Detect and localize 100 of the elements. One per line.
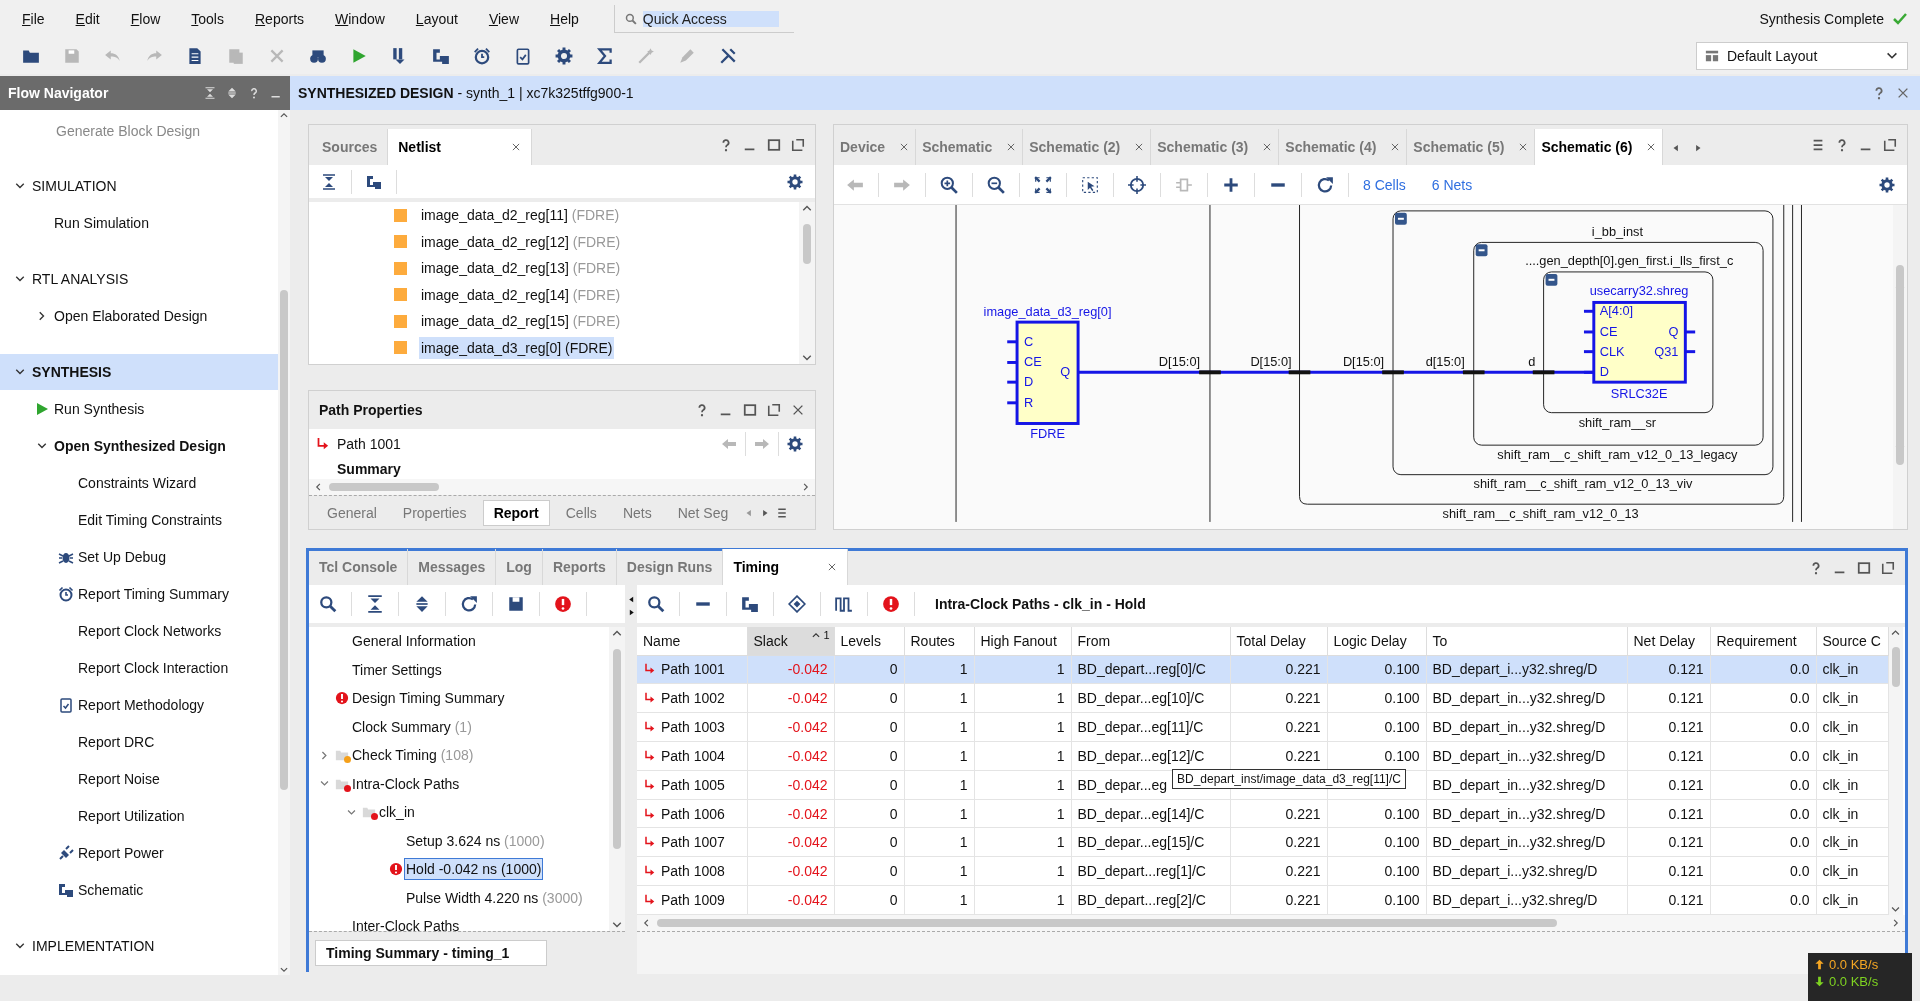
close-icon[interactable] [511,142,522,152]
tree-item[interactable]: Check Timing (108) [350,744,476,767]
table-row[interactable]: Path 1003 -0.042 0 1 1 BD_depar...eg[11]/C 0.221 0.100 BD_depart_in...y32.shreg/D 0.121 0.0 clk_in [637,712,1888,742]
menu-icon[interactable] [1811,138,1825,152]
column-header[interactable]: Logic Delay [1327,627,1426,655]
select-area-icon[interactable] [1081,175,1099,194]
netlist-item[interactable]: image_data_d2_reg[11] (FDRE) [419,204,622,227]
column-header[interactable]: To [1426,627,1627,655]
quick-access-field[interactable]: Quick Access [613,5,794,33]
scroll-up-icon[interactable] [279,110,289,120]
tab[interactable]: Timing [723,549,849,585]
error-icon[interactable] [554,595,572,613]
collapse-all-icon[interactable] [321,173,337,190]
netlist-item[interactable]: image_data_d2_reg[15] (FDRE) [419,310,623,333]
column-header[interactable]: Routes [904,627,974,655]
scrollbar-thumb[interactable] [657,919,1557,927]
stopwatch-icon[interactable] [473,47,491,65]
tab[interactable]: Timing Summary - timing_1 [315,940,547,966]
sigma-icon[interactable] [596,47,614,65]
menu-item[interactable]: Layout [415,11,458,27]
menu-icon[interactable] [776,506,789,519]
scroll-up-icon[interactable] [1890,627,1901,638]
float-icon[interactable] [1881,561,1895,575]
tree-item[interactable]: Pulse Width 4.220 ns (3000) [404,886,585,909]
collapse-all-icon[interactable] [366,595,384,613]
scroll-down-icon[interactable] [279,965,289,975]
scrollbar-thumb[interactable] [329,483,439,491]
scrollbar[interactable] [799,202,815,364]
folder-icon[interactable] [22,47,40,65]
close-icon[interactable] [1262,142,1273,152]
table-row[interactable]: Path 1001 -0.042 0 1 1 BD_depart...reg[0]/C 0.221 0.100 BD_depart_i...y32.shreg/D 0.121 0.0 clk_in [637,655,1888,684]
expand-all-icon[interactable] [226,87,238,99]
collapse-toggle[interactable] [1475,244,1488,257]
diamond-icon[interactable] [788,595,806,613]
nav-item[interactable]: Report Timing Summary [78,585,229,602]
tree-item[interactable]: Setup 3.624 ns (1000) [404,829,547,852]
menu-item[interactable]: Help [550,11,579,27]
nav-group-header[interactable]: IMPLEMENTATION [32,938,155,954]
close-icon[interactable] [1134,142,1145,152]
play-icon[interactable] [350,47,368,65]
nav-group-header[interactable]: RTL ANALYSIS [32,271,129,287]
document-icon[interactable] [186,47,204,65]
column-header[interactable]: Levels [834,627,904,655]
fit-icon[interactable] [1034,175,1052,194]
maximize-icon[interactable] [1857,561,1871,575]
netlist-item[interactable]: image_data_d3_reg[0] (FDRE) [419,336,615,359]
column-header[interactable]: Requirement [1710,627,1816,655]
nav-item[interactable]: Set Up Debug [78,548,166,565]
table-row[interactable]: Path 1006 -0.042 0 1 1 BD_depar...eg[14]/C 0.221 0.100 BD_depart_in...y32.shreg/D 0.121 0.0 clk_in [637,799,1888,828]
close-icon[interactable] [1006,142,1017,152]
clipboard-check-icon[interactable] [514,47,532,65]
collapse-toggle[interactable] [1545,273,1558,286]
zoom-in-icon[interactable] [940,175,958,194]
tab[interactable]: Properties [392,500,477,525]
tree-item[interactable]: Intra-Clock Paths [350,772,462,795]
refresh-icon[interactable] [1316,175,1334,194]
scrollbar[interactable] [609,627,625,931]
scroll-down-icon[interactable] [1890,904,1901,915]
table-row[interactable]: Path 1009 -0.042 0 1 1 BD_depart...reg[2]/C 0.221 0.100 BD_depart_i...y32.shreg/D 0.121 0.0 clk_in [637,885,1888,915]
save-icon[interactable] [507,595,525,613]
settings-icon[interactable] [787,173,803,190]
tab[interactable]: General [317,500,387,525]
menu-item[interactable]: Window [335,11,385,27]
table-row[interactable]: Path 1007 -0.042 0 1 1 BD_depar...eg[15]/C 0.221 0.100 BD_depart_in...y32.shreg/D 0.121 0.0 clk_in [637,827,1888,857]
tree-item[interactable]: Inter-Clock Paths [350,915,462,931]
column-header[interactable]: From [1071,627,1230,655]
netlist-item[interactable]: image_data_d2_reg[13] (FDRE) [419,257,623,280]
schematic-icon[interactable] [432,47,450,65]
collapse-left-icon[interactable] [626,595,636,604]
nav-item[interactable]: Run Synthesis [54,400,145,417]
nav-item[interactable]: Run Simulation [54,214,149,231]
float-icon[interactable] [1883,138,1897,152]
menu-item[interactable]: Flow [130,11,161,27]
scrollbar-thumb[interactable] [613,649,621,849]
error-icon[interactable] [882,595,900,613]
schematic-icon[interactable] [366,173,382,190]
close-icon[interactable] [899,142,910,152]
nav-group-header[interactable]: Open Synthesized Design [54,437,226,454]
schematic-icon[interactable] [741,595,759,613]
menu-item[interactable]: Reports [255,11,305,27]
scrollbar-thumb[interactable] [1896,265,1904,465]
nav-item[interactable]: Report DRC [78,733,155,750]
scrollbar[interactable] [637,915,1905,931]
expand-all-icon[interactable] [413,595,431,613]
menu-item[interactable]: Tools [191,11,224,27]
settings-icon[interactable] [1879,176,1895,193]
scrollbar[interactable] [1893,205,1907,529]
scroll-right-icon[interactable] [801,482,811,492]
float-icon[interactable] [767,403,781,417]
tab[interactable]: Cells [555,500,607,525]
plus-icon[interactable] [1222,175,1240,194]
tab[interactable]: Netlist [388,129,533,165]
scroll-left-icon[interactable] [313,482,323,492]
float-icon[interactable] [791,138,805,152]
table-row[interactable]: Path 1002 -0.042 0 1 1 BD_depar...eg[10]/C 0.221 0.100 BD_depart_in...y32.shreg/D 0.121 0.0 clk_in [637,683,1888,713]
maximize-icon[interactable] [767,138,781,152]
nav-item[interactable]: Constraints Wizard [78,474,197,491]
tab[interactable]: Schematic (6) [1535,129,1664,165]
search-icon[interactable] [647,595,665,613]
column-header[interactable]: Slack 1 [747,627,834,655]
